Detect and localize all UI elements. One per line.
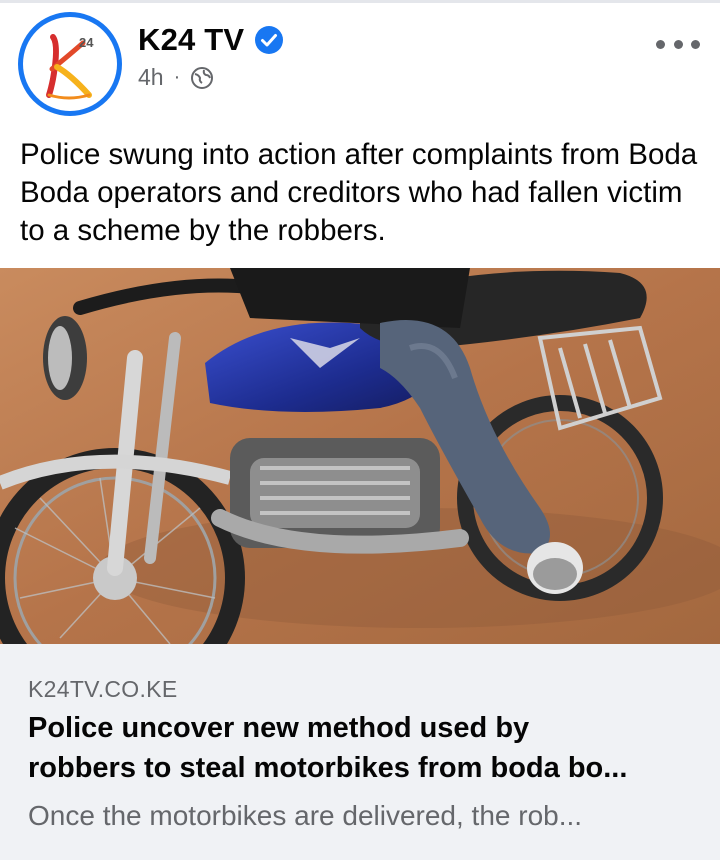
more-options-icon[interactable] (656, 32, 700, 56)
link-title-line-2: robbers to steal motorbikes from boda bo… (28, 752, 628, 784)
avatar[interactable]: 24 (18, 12, 122, 116)
post-timestamp[interactable]: 4h (138, 64, 164, 91)
top-divider (0, 0, 720, 3)
more-dot (673, 39, 683, 49)
motorbike-photo (0, 268, 720, 644)
globe-icon (190, 66, 214, 90)
k24-logo-icon: 24 (46, 34, 94, 100)
link-title-line-1: Police uncover new method used by (28, 712, 530, 744)
k24-logo: 24 (23, 17, 117, 111)
author-name[interactable]: K24 TV (138, 22, 244, 58)
more-dot (656, 39, 665, 49)
meta-separator: · (173, 66, 181, 88)
link-title[interactable]: Police uncover new method used by robber… (28, 708, 698, 788)
link-domain: K24TV.CO.KE (28, 676, 178, 702)
post-header: 24 K24 TV 4h · (0, 6, 720, 118)
link-description: Once the motorbikes are delivered, the r… (28, 800, 583, 831)
svg-text:24: 24 (79, 35, 94, 50)
author-row: K24 TV (138, 20, 284, 60)
more-dot (691, 39, 700, 49)
post-caption: Police swung into action after complaint… (20, 138, 698, 247)
post-photo[interactable] (0, 268, 720, 644)
post-meta: 4h · (138, 64, 214, 91)
verified-badge-icon (254, 25, 284, 55)
